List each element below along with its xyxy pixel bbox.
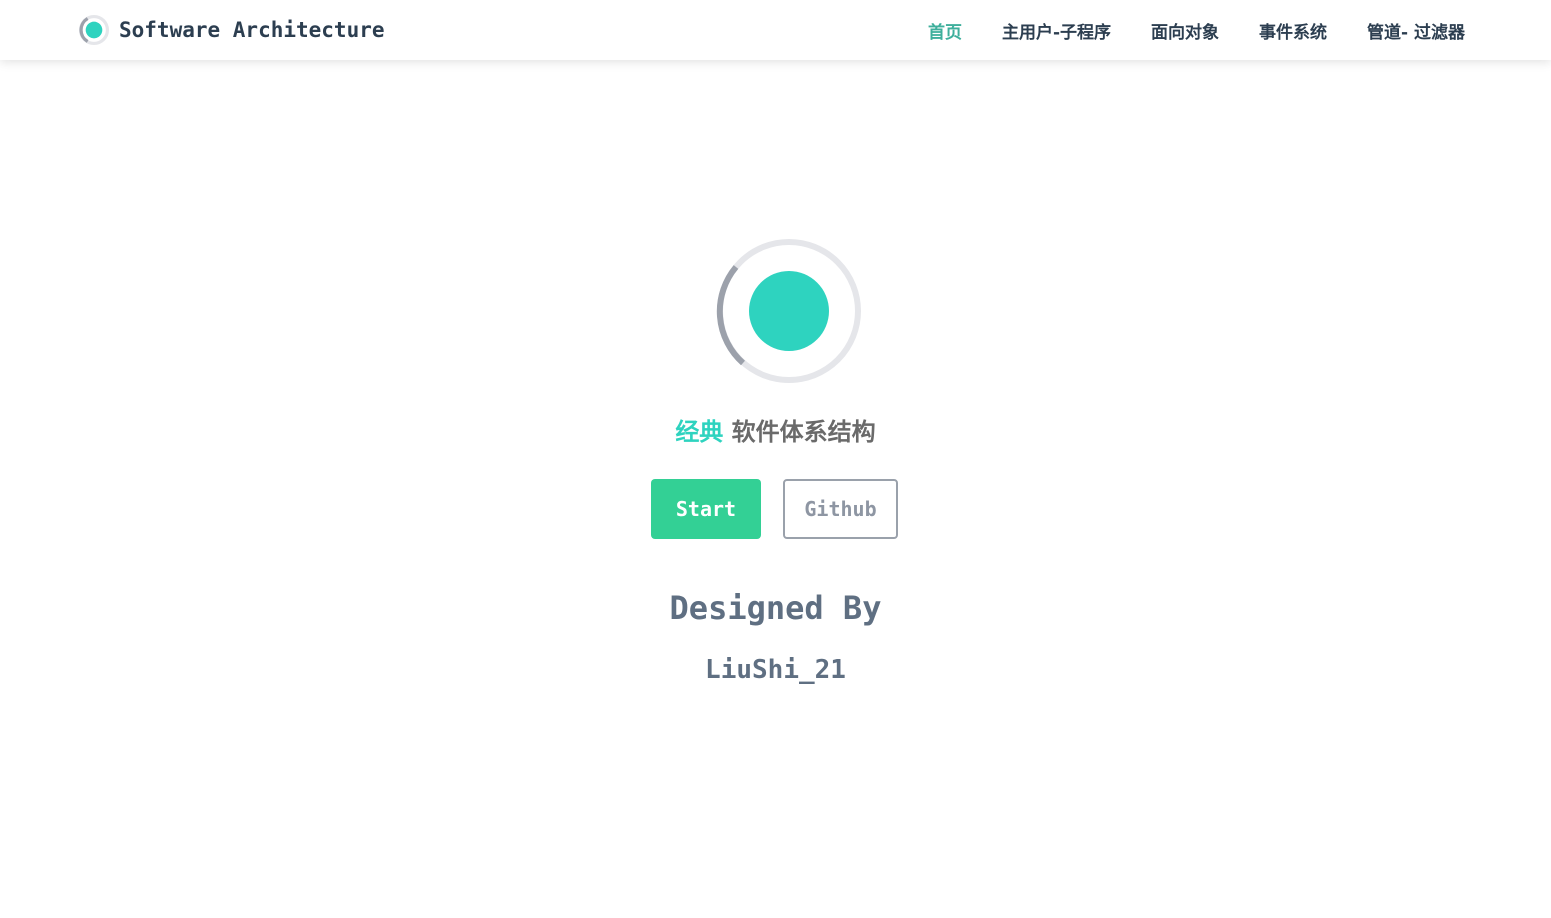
ring-dot-logo-icon [716, 239, 861, 383]
hero-section: 经典 软件体系结构 Start Github Designed By LiuSh… [0, 60, 1551, 918]
hero-actions: Start Github [0, 479, 1551, 539]
nav-link-pipe-filter[interactable]: 管道- 过滤器 [1367, 18, 1465, 43]
nav-link-main-subroutine[interactable]: 主用户-子程序 [1002, 18, 1111, 43]
brand-home-link[interactable]: Software Architecture [78, 13, 385, 47]
nav-links: 首页 主用户-子程序 面向对象 事件系统 管道- 过滤器 [928, 0, 1465, 60]
ring-dot-logo-icon [78, 14, 110, 46]
top-navbar: Software Architecture 首页 主用户-子程序 面向对象 事件… [0, 0, 1551, 60]
nav-link-object-oriented[interactable]: 面向对象 [1151, 18, 1219, 43]
hero-tagline: 经典 软件体系结构 [0, 412, 1551, 452]
tagline-rest: 软件体系结构 [723, 418, 876, 446]
nav-link-event-system[interactable]: 事件系统 [1259, 18, 1327, 43]
author-name: LiuShi_21 [705, 655, 846, 685]
start-button[interactable]: Start [651, 479, 761, 539]
github-button[interactable]: Github [783, 479, 898, 539]
tagline-accent: 经典 [675, 418, 724, 446]
nav-link-home[interactable]: 首页 [928, 18, 962, 43]
brand-title: Software Architecture [119, 18, 385, 42]
designed-by-heading: Designed By [669, 589, 882, 627]
